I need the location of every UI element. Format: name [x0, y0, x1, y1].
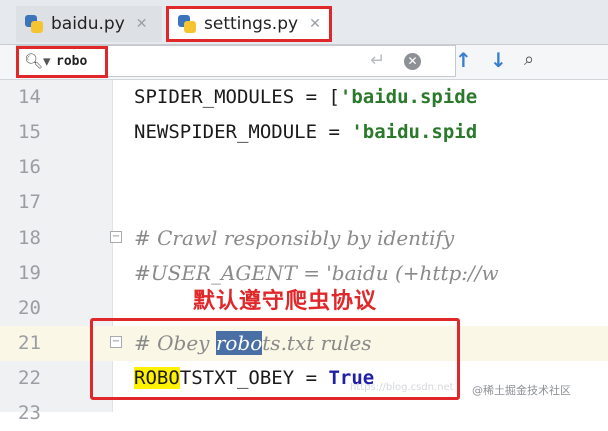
find-bar: 🔍︎▾ ↵ ✕ ↑ ↓ ⌕ — [0, 45, 608, 80]
tab-label: settings.py — [204, 14, 299, 34]
line-number: 14 — [18, 86, 41, 108]
line-number: 19 — [18, 262, 41, 284]
faint-watermark: https://blog.csdn.net — [350, 382, 454, 393]
tab-settings-py[interactable]: settings.py ✕ — [166, 6, 332, 42]
python-file-icon — [177, 14, 197, 34]
line-number: 22 — [18, 367, 41, 389]
search-icon[interactable]: 🔍︎▾ — [24, 52, 51, 70]
line-number: 17 — [18, 191, 41, 213]
enter-icon: ↵ — [370, 50, 386, 71]
fold-icon[interactable]: − — [110, 231, 122, 243]
code-line: 18 − # Crawl responsibly by identify — [0, 221, 608, 256]
search-input[interactable] — [56, 51, 356, 71]
annotation-text: 默认遵守爬虫协议 — [193, 289, 378, 314]
python-file-icon — [24, 14, 44, 34]
code-line: 16 — [0, 150, 608, 185]
code-text: NEWSPIDER_MODULE = 'baidu.spid — [134, 121, 478, 143]
code-line: 23 — [0, 396, 608, 431]
watermark: @稀土掘金技术社区 — [472, 384, 571, 397]
line-number: 23 — [18, 402, 41, 424]
close-icon[interactable]: ✕ — [309, 16, 321, 32]
up-arrow-icon[interactable]: ↑ — [455, 48, 472, 72]
tab-baidu-py[interactable]: baidu.py ✕ — [16, 6, 162, 42]
line-number: 15 — [18, 121, 41, 143]
code-text: # Crawl responsibly by identify — [134, 226, 455, 250]
down-arrow-icon[interactable]: ↓ — [490, 48, 507, 72]
code-text: SPIDER_MODULES = ['baidu.spide — [134, 86, 478, 108]
code-line: 17 — [0, 185, 608, 220]
find-all-icon[interactable]: ⌕ — [524, 49, 534, 70]
line-number: 21 — [18, 332, 41, 354]
editor-tab-bar: baidu.py ✕ settings.py ✕ — [0, 0, 608, 45]
code-line: 14 SPIDER_MODULES = ['baidu.spide — [0, 80, 608, 115]
line-number: 18 — [18, 227, 41, 249]
code-line: 15 NEWSPIDER_MODULE = 'baidu.spid — [0, 115, 608, 150]
clear-icon[interactable]: ✕ — [404, 53, 421, 70]
line-number: 16 — [18, 156, 41, 178]
line-number: 20 — [18, 297, 41, 319]
tab-label: baidu.py — [51, 14, 125, 34]
close-icon[interactable]: ✕ — [136, 16, 148, 32]
